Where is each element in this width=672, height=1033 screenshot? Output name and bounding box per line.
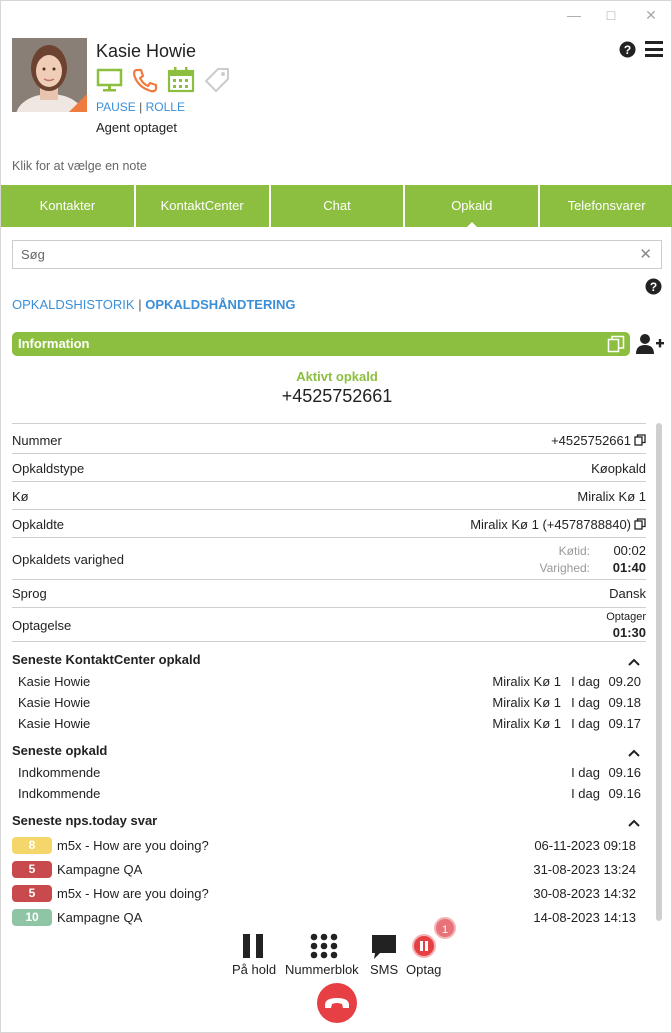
clear-search-icon[interactable]: ✕ xyxy=(639,245,652,263)
nps-row[interactable]: 5 m5x - How are you doing? 30-08-2023 14… xyxy=(12,885,636,902)
detail-label: Sprog xyxy=(12,586,47,601)
recent-cc-title: Seneste KontaktCenter opkald xyxy=(12,652,201,667)
pause-link[interactable]: PAUSE xyxy=(96,100,136,114)
calendar-icon[interactable] xyxy=(167,67,195,93)
tab-kontaktcenter[interactable]: KontaktCenter xyxy=(136,185,271,227)
close-window-icon[interactable]: ✕ xyxy=(641,7,661,24)
number-value: +4525752661 xyxy=(551,433,631,448)
tab-chat[interactable]: Chat xyxy=(271,185,406,227)
copy-info-icon[interactable] xyxy=(607,335,625,361)
information-title: Information xyxy=(18,336,90,351)
monitor-icon[interactable] xyxy=(96,67,124,93)
link-separator: | xyxy=(139,100,143,114)
active-call-number: +4525752661 xyxy=(281,386,393,406)
call-subnav: OPKALDSHISTORIK | OPKALDSHÅNDTERING xyxy=(12,297,295,312)
agent-links: PAUSE | ROLLE xyxy=(96,100,185,114)
detail-row-recording: Optagelse Optager 01:30 xyxy=(12,607,646,642)
record-pause-icon xyxy=(412,934,436,958)
recent-cc-header[interactable]: Seneste KontaktCenter opkald xyxy=(12,652,646,667)
queue-time-value: 00:02 xyxy=(613,543,646,558)
maximize-icon[interactable]: □ xyxy=(601,7,621,23)
queue-value: Miralix Kø 1 xyxy=(577,489,646,504)
detail-label: Nummer xyxy=(12,433,62,448)
nps-row[interactable]: 8 m5x - How are you doing? 06-11-2023 09… xyxy=(12,837,636,854)
active-call-label: Aktivt opkald xyxy=(296,369,378,384)
note-selector[interactable]: Klik for at vælge en note xyxy=(12,159,147,173)
nps-row[interactable]: 5 Kampagne QA 31-08-2023 13:24 xyxy=(12,861,636,878)
avatar[interactable] xyxy=(12,38,87,112)
chevron-up-icon[interactable] xyxy=(628,815,640,830)
detail-row-call-type: Opkaldstype Køopkald xyxy=(12,453,646,481)
detail-label: Opkaldte xyxy=(12,517,65,532)
detail-row-language: Sprog Dansk xyxy=(12,579,646,607)
nps-row[interactable]: 10 Kampagne QA 14-08-2023 14:13 xyxy=(12,909,636,926)
phone-icon[interactable] xyxy=(131,67,159,93)
recording-time: 01:30 xyxy=(612,625,646,640)
tag-icon[interactable] xyxy=(203,67,231,93)
svg-text:?: ? xyxy=(650,280,657,294)
scrollbar[interactable] xyxy=(656,423,662,921)
agent-name: Kasie Howie xyxy=(96,41,197,61)
recent-calls-title: Seneste opkald xyxy=(12,743,108,758)
search-input[interactable] xyxy=(13,241,613,268)
nps-title: Seneste nps.today svar xyxy=(12,813,158,828)
copy-called-icon[interactable] xyxy=(634,518,646,533)
keypad-icon xyxy=(310,933,338,959)
duration-value: 01:40 xyxy=(612,560,646,575)
minimize-icon[interactable]: — xyxy=(564,7,584,23)
call-type-value: Køopkald xyxy=(591,461,646,476)
app-window: — □ ✕ Kasie Howie PAUSE | ROLLE Agent op… xyxy=(0,0,672,1033)
hangup-button[interactable] xyxy=(317,983,357,1023)
add-contact-icon[interactable] xyxy=(636,333,664,358)
detail-label: Opkaldets varighed xyxy=(12,552,125,567)
help-icon-secondary[interactable]: ? xyxy=(645,278,662,298)
call-history-link[interactable]: OPKALDSHISTORIK xyxy=(12,297,135,312)
chat-bubble-icon xyxy=(372,935,396,959)
duration-label: Varighed: xyxy=(539,561,590,575)
nps-header[interactable]: Seneste nps.today svar xyxy=(12,813,646,828)
pause-icon xyxy=(243,934,263,958)
information-header: Information xyxy=(12,332,630,356)
call-handling-link[interactable]: OPKALDSHÅNDTERING xyxy=(145,297,295,312)
copy-number-icon[interactable] xyxy=(634,434,646,449)
svg-text:?: ? xyxy=(624,43,631,57)
called-value: Miralix Kø 1 (+4578788840) xyxy=(470,517,631,532)
detail-row-called: Opkaldte Miralix Kø 1 (+4578788840) xyxy=(12,509,646,537)
tab-telefonsvarer[interactable]: Telefonsvarer xyxy=(540,185,672,227)
search-box: ✕ xyxy=(12,240,662,269)
detail-row-duration: Opkaldets varighed Køtid: 00:02 Varighed… xyxy=(12,537,646,579)
nps-score-badge: 5 xyxy=(12,885,52,902)
help-icon[interactable]: ? xyxy=(619,41,636,61)
menu-icon[interactable] xyxy=(645,41,663,57)
duration-labels: Køtid: xyxy=(558,544,590,558)
detail-label: Kø xyxy=(12,489,29,504)
nps-score-badge: 10 xyxy=(12,909,52,926)
recording-status: Optager xyxy=(606,611,646,623)
detail-label: Opkaldstype xyxy=(12,461,85,476)
detail-label: Optagelse xyxy=(12,618,72,633)
agent-status: Agent optaget xyxy=(96,120,177,135)
detail-row-number: Nummer +4525752661 xyxy=(12,423,646,453)
record-notification-badge: 1 xyxy=(434,917,456,939)
tab-opkald[interactable]: Opkald xyxy=(405,185,541,228)
main-tabs: Kontakter KontaktCenter Chat Opkald Tele… xyxy=(1,185,672,228)
detail-row-queue: Kø Miralix Kø 1 xyxy=(12,481,646,509)
hangup-icon xyxy=(325,998,349,1008)
recent-calls-header[interactable]: Seneste opkald xyxy=(12,743,646,758)
role-link[interactable]: ROLLE xyxy=(146,100,185,114)
nps-score-badge: 8 xyxy=(12,837,52,854)
language-value: Dansk xyxy=(609,586,646,601)
nps-score-badge: 5 xyxy=(12,861,52,878)
chevron-up-icon[interactable] xyxy=(628,654,640,669)
tab-kontakter[interactable]: Kontakter xyxy=(1,185,136,227)
chevron-up-icon[interactable] xyxy=(628,745,640,760)
subnav-separator: | xyxy=(138,297,142,312)
